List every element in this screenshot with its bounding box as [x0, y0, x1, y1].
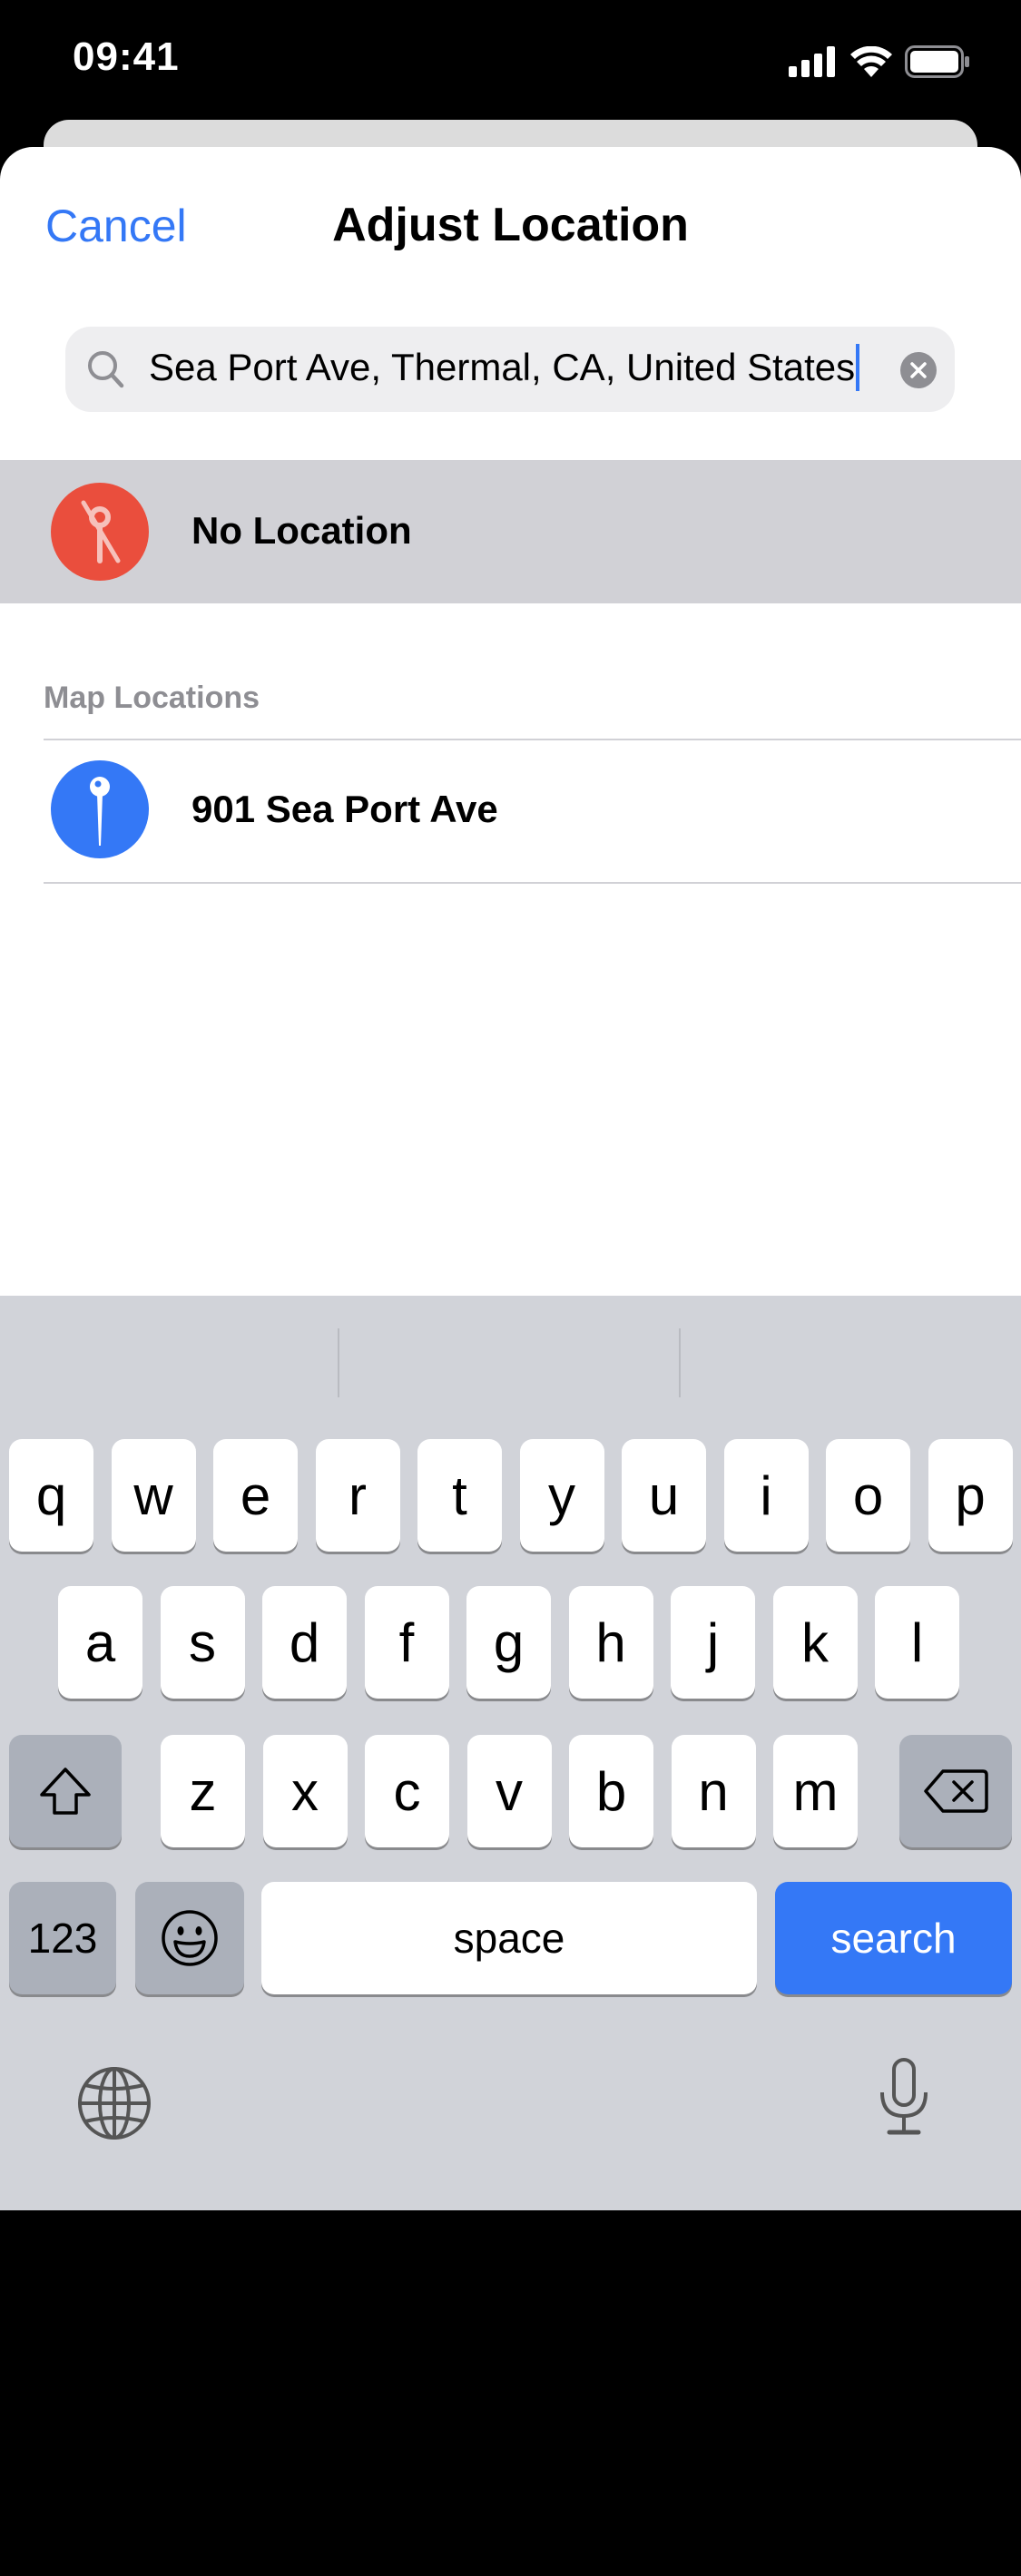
key-y[interactable]: y — [519, 1439, 604, 1552]
home-indicator — [329, 2561, 692, 2576]
key-x[interactable]: x — [262, 1735, 348, 1847]
key-e[interactable]: e — [213, 1439, 298, 1552]
numbers-key[interactable]: 123 — [9, 1882, 116, 1994]
divider — [44, 882, 1021, 884]
microphone-icon[interactable] — [877, 2058, 931, 2140]
status-time: 09:41 — [73, 34, 180, 79]
key-f[interactable]: f — [364, 1586, 449, 1699]
key-q[interactable]: q — [9, 1439, 93, 1552]
keyboard: qwertyuiop asdfghjkl zxcvbnm 123 space s… — [0, 1296, 1021, 2576]
pin-icon — [51, 760, 149, 858]
key-m[interactable]: m — [773, 1735, 858, 1847]
section-header-map-locations: Map Locations — [44, 681, 260, 715]
list-item-map-location[interactable]: 901 Sea Port Ave — [0, 740, 1021, 880]
location-slash-icon — [51, 483, 149, 581]
wifi-icon — [850, 46, 892, 77]
status-bar: 09:41 — [0, 0, 1021, 127]
key-o[interactable]: o — [826, 1439, 910, 1552]
key-p[interactable]: p — [928, 1439, 1013, 1552]
emoji-key[interactable] — [135, 1882, 244, 1994]
search-value: Sea Port Ave, Thermal, CA, United States — [149, 346, 856, 388]
prediction-divider — [338, 1328, 339, 1397]
emoji-icon — [162, 1910, 218, 1966]
battery-icon — [905, 45, 969, 78]
text-caret — [856, 343, 860, 391]
status-icons — [789, 45, 970, 78]
shift-key[interactable] — [9, 1735, 122, 1847]
key-r[interactable]: r — [315, 1439, 400, 1552]
prediction-divider — [679, 1328, 681, 1397]
key-g[interactable]: g — [466, 1586, 551, 1699]
backspace-icon — [924, 1769, 988, 1813]
globe-icon[interactable] — [76, 2065, 152, 2146]
signal-icon — [789, 46, 835, 77]
search-text-value: Sea Port Ave, Thermal, CA, United States — [149, 343, 860, 394]
key-h[interactable]: h — [568, 1586, 653, 1699]
key-w[interactable]: w — [111, 1439, 196, 1552]
key-j[interactable]: j — [671, 1586, 755, 1699]
space-key[interactable]: space — [261, 1882, 757, 1994]
key-i[interactable]: i — [723, 1439, 809, 1552]
key-z[interactable]: z — [161, 1735, 245, 1847]
key-k[interactable]: k — [772, 1586, 858, 1699]
search-icon — [88, 351, 124, 388]
key-u[interactable]: u — [622, 1439, 706, 1552]
shift-icon — [40, 1768, 91, 1815]
key-n[interactable]: n — [671, 1735, 756, 1847]
key-c[interactable]: c — [365, 1735, 449, 1847]
map-location-label: 901 Sea Port Ave — [191, 788, 498, 830]
search-input[interactable]: Sea Port Ave, Thermal, CA, United States — [65, 327, 955, 412]
no-location-row[interactable]: No Location — [0, 460, 1021, 603]
key-b[interactable]: b — [569, 1735, 653, 1847]
adjust-location-sheet: Cancel Adjust Location Sea Port Ave, The… — [0, 147, 1021, 1299]
no-location-label: No Location — [191, 509, 412, 552]
clear-icon[interactable] — [900, 352, 937, 388]
page-title: Adjust Location — [332, 199, 689, 251]
key-l[interactable]: l — [875, 1586, 959, 1699]
key-v[interactable]: v — [466, 1735, 552, 1847]
key-d[interactable]: d — [262, 1586, 347, 1699]
delete-key[interactable] — [899, 1735, 1012, 1847]
key-a[interactable]: a — [58, 1586, 142, 1699]
search-key[interactable]: search — [775, 1882, 1012, 1994]
key-s[interactable]: s — [160, 1586, 245, 1699]
key-t[interactable]: t — [417, 1439, 502, 1552]
